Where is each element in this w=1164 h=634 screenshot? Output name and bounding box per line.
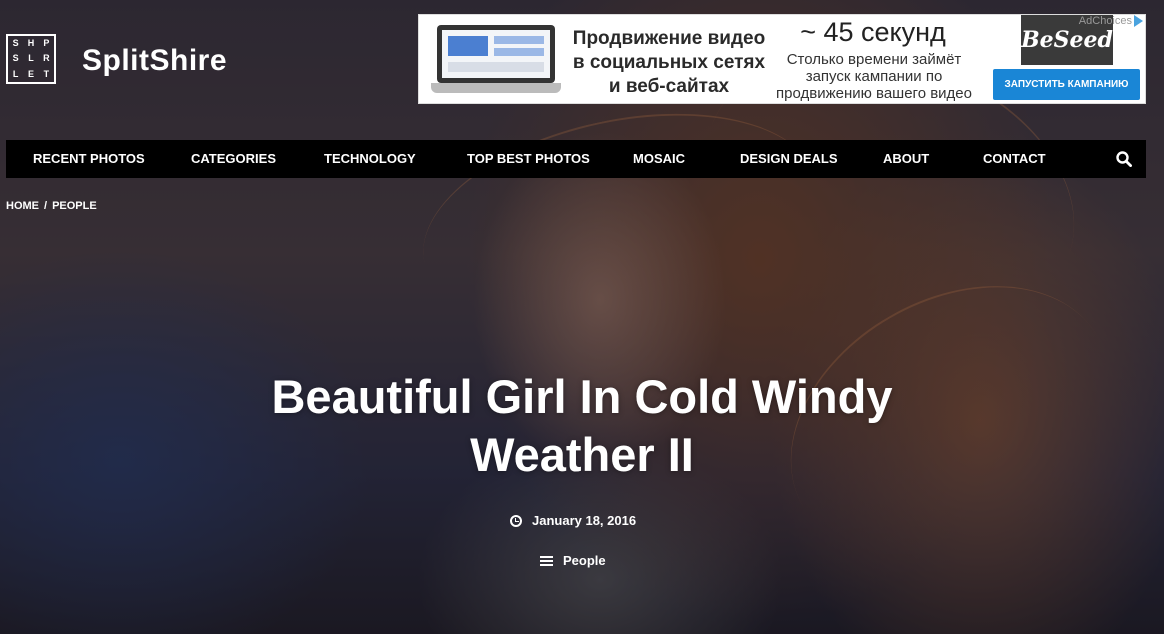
main-nav: RECENT PHOTOS CATEGORIES TECHNOLOGY TOP … (6, 140, 1146, 178)
breadcrumb-home[interactable]: HOME (6, 200, 39, 212)
clock-icon (510, 514, 522, 527)
logo-letter: H (27, 38, 35, 48)
nav-item-categories[interactable]: CATEGORIES (191, 140, 276, 178)
logo-letter: E (27, 68, 34, 79)
nav-item-top-best-photos[interactable]: TOP BEST PHOTOS (467, 140, 590, 178)
post-category-link[interactable]: People (540, 553, 606, 568)
ad-choices-link[interactable]: AdChoices (1079, 15, 1143, 27)
ad-timer: ~ 45 секунд (800, 17, 946, 47)
ad-headline: Продвижение видео в социальных сетях и в… (572, 28, 766, 97)
logo-letter: T (43, 68, 50, 79)
ad-banner[interactable]: Продвижение видео в социальных сетях и в… (418, 14, 1146, 104)
nav-item-about[interactable]: ABOUT (883, 140, 929, 178)
nav-item-recent-photos[interactable]: RECENT PHOTOS (33, 140, 145, 178)
logo-letter: P (43, 38, 50, 48)
breadcrumb: HOME / PEOPLE (6, 200, 97, 212)
list-icon (540, 555, 553, 566)
post-date-text: January 18, 2016 (532, 513, 637, 528)
logo-letter: S (12, 38, 19, 48)
breadcrumb-current[interactable]: PEOPLE (52, 200, 97, 212)
nav-item-design-deals[interactable]: DESIGN DEALS (740, 140, 838, 178)
ad-subtext: Столько времени займёт запуск кампании п… (776, 51, 972, 102)
logo-letter: R (43, 53, 50, 64)
nav-item-mosaic[interactable]: MOSAIC (633, 140, 685, 178)
logo-letter: L (12, 68, 19, 79)
breadcrumb-separator: / (44, 200, 48, 212)
nav-item-contact[interactable]: CONTACT (983, 140, 1046, 178)
logo-letter: L (28, 53, 34, 64)
ad-choices-label: AdChoices (1078, 15, 1132, 27)
ad-choices-icon (1134, 15, 1143, 27)
site-name[interactable]: SplitShire (82, 44, 227, 78)
logo-letter: S (12, 53, 19, 64)
post-category-text: People (563, 553, 606, 568)
laptop-illustration (431, 25, 561, 95)
post-date: January 18, 2016 (510, 513, 636, 528)
nav-item-technology[interactable]: TECHNOLOGY (324, 140, 416, 178)
ad-cta-button[interactable]: ЗАПУСТИТЬ КАМПАНИЮ (993, 69, 1140, 100)
page-title-line: Weather II (470, 428, 694, 481)
search-icon[interactable] (1116, 151, 1132, 167)
page-title-line: Beautiful Girl In Cold Windy (271, 370, 893, 423)
page-title: Beautiful Girl In Cold Windy Weather II (182, 368, 982, 484)
logo-mark[interactable]: S H P S L R L E T (6, 34, 56, 84)
